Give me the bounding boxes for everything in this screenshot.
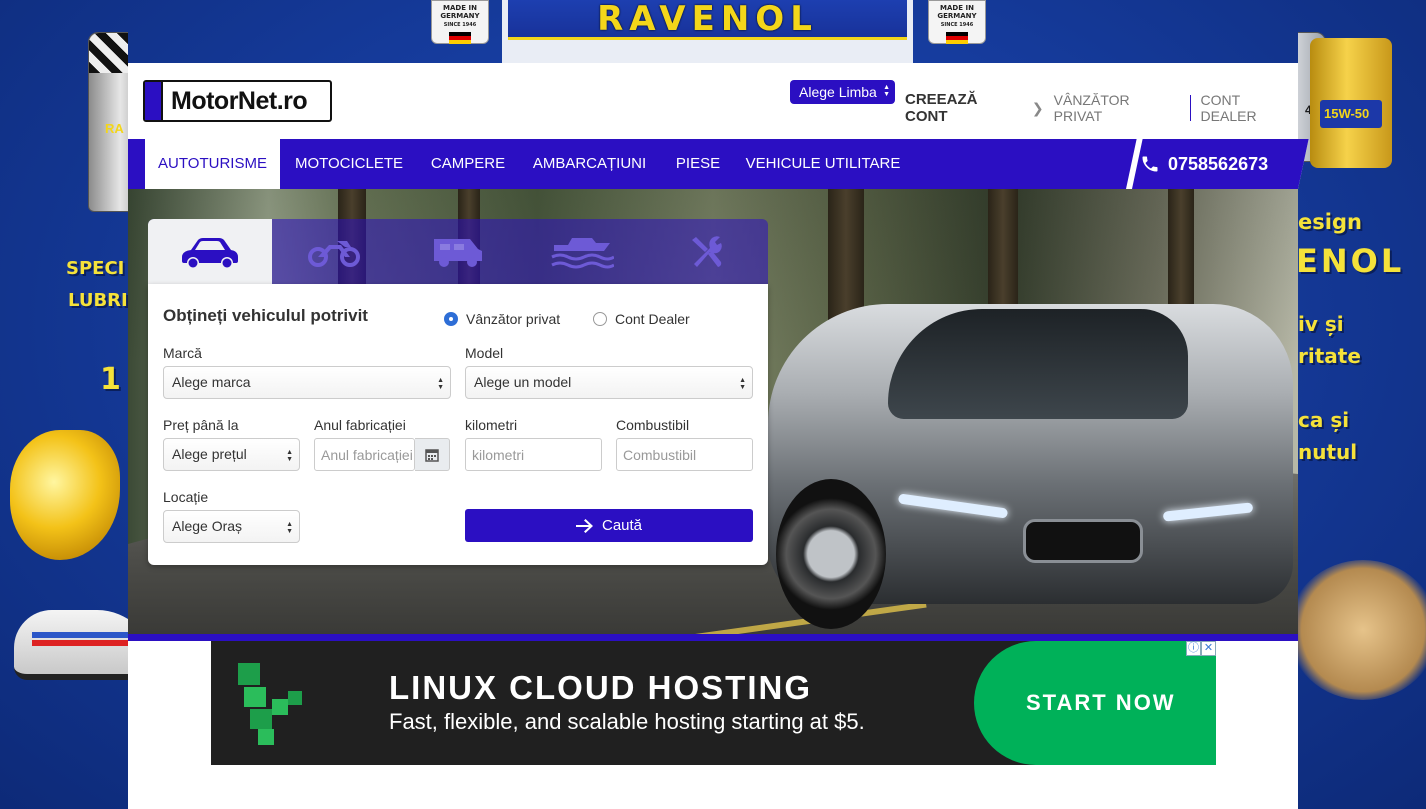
car-wheel: [776, 479, 886, 629]
ad-choices[interactable]: ⓘ ✕: [1186, 641, 1216, 656]
select-arrows-icon: ▲ ▼: [883, 84, 890, 98]
tab-car[interactable]: [148, 219, 272, 284]
chevron-right-icon: ❯: [1031, 99, 1044, 116]
search-button[interactable]: Caută: [465, 509, 753, 542]
ravenol-top-banner[interactable]: RAVENOL: [502, 0, 913, 63]
hero-banner: Obțineți vehiculul potrivit Vânzător pri…: [128, 189, 1298, 634]
hero-bottom-bar: [128, 634, 1298, 641]
nav-item-piese[interactable]: PIESE: [668, 139, 728, 189]
price-select[interactable]: Alege prețul ▲ ▼: [163, 438, 300, 471]
calendar-button[interactable]: [415, 438, 450, 471]
info-icon[interactable]: ⓘ: [1186, 641, 1201, 656]
ravenol-logo: RAVENOL: [597, 0, 818, 39]
fuel-input[interactable]: [616, 438, 753, 471]
boat-icon: [551, 237, 614, 268]
nav-item-motociclete[interactable]: MOTOCICLETE: [288, 139, 410, 189]
tools-icon: [692, 235, 722, 267]
side-right-text-4: ritate: [1298, 344, 1361, 368]
create-account-link[interactable]: CREEAZĂ CONT: [905, 91, 1022, 125]
km-label: kilometri: [465, 417, 518, 433]
calendar-icon: [425, 448, 439, 462]
side-right-text-6: nutul: [1298, 440, 1358, 464]
nav-item-campere[interactable]: CAMPERE: [423, 139, 513, 189]
side-left-text-2: LUBRI: [68, 290, 128, 311]
car-icon: [182, 237, 238, 267]
dealer-account-link[interactable]: CONT DEALER: [1201, 92, 1298, 124]
radio-dealer-account[interactable]: Cont Dealer: [593, 311, 690, 327]
linux-hosting-ad[interactable]: LINUX CLOUD HOSTING Fast, flexible, and …: [211, 641, 1216, 765]
year-input[interactable]: [314, 438, 415, 471]
location-select[interactable]: Alege Oraș ▲ ▼: [163, 510, 300, 543]
main-page: MotorNet.ro Alege Limba ▲ ▼ CREEAZĂ CONT …: [128, 63, 1309, 809]
divider: [1189, 95, 1191, 121]
close-icon[interactable]: ✕: [1201, 641, 1216, 656]
radio-private-seller[interactable]: Vânzător privat: [444, 311, 560, 327]
tab-parts[interactable]: [644, 219, 768, 284]
left-side-ad[interactable]: RA SPECI LUBRI 1: [0, 0, 128, 809]
tab-camper[interactable]: [396, 219, 520, 284]
account-links: CREEAZĂ CONT ❯ VÂNZĂTOR PRIVAT CONT DEAL…: [905, 91, 1298, 125]
site-logo[interactable]: MotorNet.ro: [143, 80, 332, 122]
start-now-button[interactable]: START NOW: [974, 641, 1216, 765]
tab-boat[interactable]: [520, 219, 644, 284]
dust-cloud-image: [1298, 560, 1426, 700]
private-seller-link[interactable]: VÂNZĂTOR PRIVAT: [1054, 92, 1180, 124]
car-grille: [1023, 519, 1143, 563]
side-right-text-1: esign: [1298, 210, 1362, 234]
search-form-title: Obțineți vehiculul potrivit: [163, 306, 368, 325]
made-in-germany-badge-right: MADE IN GERMANY SINCE 1946: [928, 0, 986, 44]
radio-on-icon[interactable]: [444, 312, 458, 326]
camper-icon: [434, 238, 482, 267]
nav-item-vehicule-utilitare[interactable]: VEHICULE UTILITARE: [743, 139, 903, 189]
side-left-text-3: 1: [100, 362, 121, 397]
phone-icon: [1142, 156, 1158, 172]
nav-item-ambarcatiuni[interactable]: AMBARCAȚIUNI: [526, 139, 653, 189]
brand-label: Marcă: [163, 345, 202, 361]
radio-off-icon[interactable]: [593, 312, 607, 326]
side-right-text-3: iv și: [1298, 312, 1344, 336]
phone-link[interactable]: 0758562673: [1140, 139, 1268, 189]
select-arrows-icon: ▲ ▼: [286, 521, 293, 535]
search-form: Obțineți vehiculul potrivit Vânzător pri…: [148, 284, 768, 565]
linode-logo-icon: [238, 663, 302, 745]
oil-can-image: RA: [88, 32, 128, 212]
site-header: MotorNet.ro Alege Limba ▲ ▼ CREEAZĂ CONT …: [128, 63, 1298, 139]
main-nav: AUTOTURISME MOTOCICLETE CAMPERE AMBARCAȚ…: [128, 139, 1309, 189]
oil-splash-image: [10, 430, 120, 560]
side-right-text-5: ca și: [1298, 408, 1350, 432]
arrow-right-icon: [575, 518, 593, 533]
select-arrows-icon: ▲ ▼: [437, 377, 444, 391]
side-right-text-2: ENOL: [1298, 242, 1405, 280]
language-select[interactable]: Alege Limba ▲ ▼: [790, 80, 895, 104]
year-label: Anul fabricației: [314, 417, 406, 433]
germany-flag-icon: [946, 32, 968, 44]
location-label: Locație: [163, 489, 209, 505]
vehicle-type-tabs: [148, 219, 768, 284]
km-input[interactable]: [465, 438, 602, 471]
brand-select[interactable]: Alege marca ▲ ▼: [163, 366, 451, 399]
price-label: Preț până la: [163, 417, 239, 433]
made-in-germany-badge-left: MADE IN GERMANY SINCE 1946: [431, 0, 489, 44]
tab-motorcycle[interactable]: [272, 219, 396, 284]
ad-title: LINUX CLOUD HOSTING: [389, 669, 812, 706]
nav-item-autoturisme[interactable]: AUTOTURISME: [145, 139, 280, 189]
race-car-image: [14, 610, 128, 680]
ad-subtitle: Fast, flexible, and scalable hosting sta…: [389, 709, 865, 734]
select-arrows-icon: ▲ ▼: [739, 377, 746, 391]
right-side-ad[interactable]: 40 15W-50 esign ENOL iv și ritate ca și …: [1298, 0, 1426, 809]
model-label: Model: [465, 345, 504, 361]
side-left-text-1: SPECI: [66, 258, 125, 279]
fuel-label: Combustibil: [616, 417, 690, 433]
germany-flag-icon: [449, 32, 471, 44]
car-window: [888, 309, 1188, 419]
model-select[interactable]: Alege un model ▲ ▼: [465, 366, 753, 399]
select-arrows-icon: ▲ ▼: [286, 449, 293, 463]
logo-block-icon: [145, 82, 163, 120]
yellow-oil-can-image: 15W-50: [1310, 38, 1392, 168]
motorcycle-icon: [308, 240, 360, 267]
logo-text: MotorNet.ro: [171, 86, 308, 115]
